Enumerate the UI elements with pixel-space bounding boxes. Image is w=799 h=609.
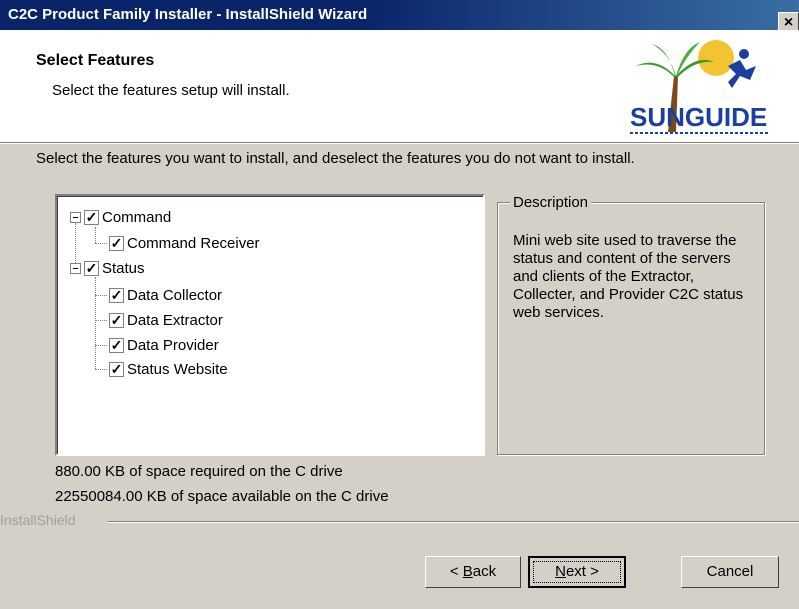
checkbox-command-receiver[interactable]: ✓ bbox=[109, 235, 124, 251]
close-button[interactable]: × bbox=[778, 12, 799, 32]
title-bar[interactable]: C2C Product Family Installer - InstallSh… bbox=[0, 0, 799, 30]
page-title: Select Features bbox=[36, 52, 155, 69]
sunguide-logo: SUNGUIDE bbox=[630, 40, 768, 134]
next-button[interactable]: Next > bbox=[528, 556, 626, 588]
tree-item-label: Data Extractor bbox=[127, 311, 223, 329]
feature-tree-inner: ✓ Command ✓ Command Receiver ✓ Status ✓ … bbox=[57, 196, 483, 454]
checkbox-command[interactable]: ✓ bbox=[84, 209, 99, 225]
checkbox-data-provider[interactable]: ✓ bbox=[109, 337, 124, 353]
header-divider bbox=[0, 142, 799, 144]
back-accelerator: B bbox=[462, 563, 473, 580]
feature-tree[interactable]: ✓ Command ✓ Command Receiver ✓ Status ✓ … bbox=[55, 194, 485, 456]
tree-item-command-receiver[interactable]: ✓ Command Receiver bbox=[109, 232, 260, 254]
collapse-icon[interactable] bbox=[70, 211, 81, 223]
collapse-icon[interactable] bbox=[70, 262, 81, 274]
tree-item-data-collector[interactable]: ✓ Data Collector bbox=[109, 284, 222, 306]
tree-item-data-provider[interactable]: ✓ Data Provider bbox=[109, 334, 219, 356]
space-available: 22550084.00 KB of space available on the… bbox=[55, 488, 389, 505]
logo-text: SUNGUIDE bbox=[630, 102, 767, 132]
tree-item-label: Command Receiver bbox=[127, 234, 260, 252]
tree-item-status[interactable]: ✓ Status bbox=[70, 257, 145, 279]
checkbox-status-website[interactable]: ✓ bbox=[109, 361, 124, 377]
description-label: Description bbox=[510, 194, 592, 211]
tree-item-data-extractor[interactable]: ✓ Data Extractor bbox=[109, 309, 223, 331]
tree-item-label: Data Provider bbox=[127, 336, 219, 354]
installshield-brand: InstallShield bbox=[0, 512, 76, 528]
space-required: 880.00 KB of space required on the C dri… bbox=[55, 463, 343, 480]
tree-item-label: Status bbox=[102, 259, 145, 277]
tree-item-label: Status Website bbox=[127, 360, 228, 378]
checkbox-data-extractor[interactable]: ✓ bbox=[109, 312, 124, 328]
close-icon: × bbox=[783, 14, 794, 31]
back-prefix: < bbox=[449, 563, 463, 580]
tree-item-status-website[interactable]: ✓ Status Website bbox=[109, 358, 228, 380]
instruction-text: Select the features you want to install,… bbox=[36, 150, 635, 167]
tree-item-command[interactable]: ✓ Command bbox=[70, 206, 171, 228]
sun-icon bbox=[698, 40, 734, 76]
focus-ring bbox=[533, 561, 621, 583]
cancel-button[interactable]: Cancel bbox=[681, 556, 779, 588]
checkbox-status[interactable]: ✓ bbox=[84, 260, 99, 276]
description-text: Mini web site used to traverse the statu… bbox=[513, 232, 744, 321]
checkbox-data-collector[interactable]: ✓ bbox=[109, 287, 124, 303]
page-subtitle: Select the features setup will install. bbox=[52, 82, 290, 99]
footer-divider bbox=[108, 521, 799, 523]
tree-item-label: Command bbox=[102, 208, 172, 226]
runner-icon bbox=[728, 60, 756, 88]
window-title: C2C Product Family Installer - InstallSh… bbox=[8, 6, 368, 23]
back-button[interactable]: < Back bbox=[425, 556, 521, 588]
back-label: ack bbox=[472, 563, 497, 580]
tree-item-label: Data Collector bbox=[127, 286, 223, 304]
